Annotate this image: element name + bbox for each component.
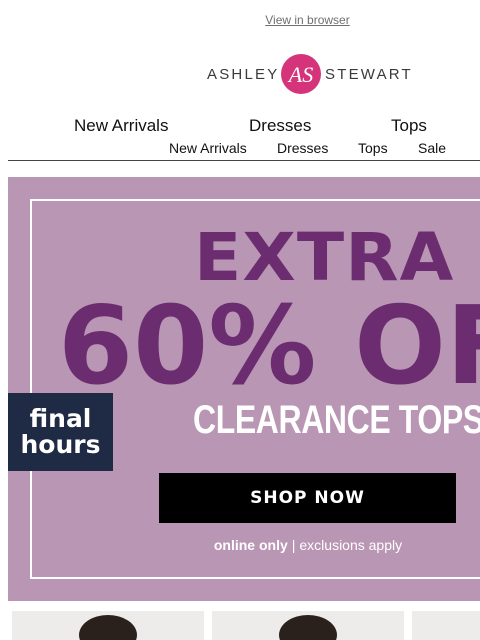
secondary-nav-sale[interactable]: Sale bbox=[418, 140, 446, 156]
product-card-3[interactable] bbox=[412, 611, 480, 640]
logo-right-word: STEWART bbox=[325, 66, 413, 83]
primary-nav-new-arrivals[interactable]: New Arrivals bbox=[74, 116, 168, 136]
primary-nav-tops[interactable]: Tops bbox=[391, 116, 427, 136]
product-card-1[interactable] bbox=[12, 611, 204, 640]
product-image-2 bbox=[279, 615, 337, 640]
secondary-nav-new-arrivals[interactable]: New Arrivals bbox=[169, 140, 247, 156]
nav-divider bbox=[8, 160, 480, 161]
svg-text:AS: AS bbox=[287, 62, 313, 87]
product-image-1 bbox=[79, 615, 137, 640]
hero-banner[interactable]: EXTRA 60% OF CLEARANCE TOPS final hours … bbox=[8, 177, 480, 601]
primary-nav: New Arrivals Dresses Tops bbox=[0, 116, 480, 138]
brand-logo[interactable]: ASHLEY AS STEWART bbox=[207, 52, 411, 98]
hero-headline-main: 60% OF bbox=[58, 284, 480, 409]
secondary-nav-tops[interactable]: Tops bbox=[358, 140, 388, 156]
secondary-nav: New Arrivals Dresses Tops Sale bbox=[0, 140, 480, 158]
badge-line-1: final bbox=[29, 404, 92, 433]
hero-fine-print: online only | exclusions apply bbox=[8, 537, 480, 553]
product-row bbox=[0, 611, 480, 640]
secondary-nav-dresses[interactable]: Dresses bbox=[277, 140, 328, 156]
logo-monogram-icon: AS bbox=[281, 54, 321, 94]
fine-print-exclusions: exclusions apply bbox=[299, 537, 403, 553]
fine-print-separator: | bbox=[291, 537, 296, 553]
final-hours-badge: final hours bbox=[8, 393, 113, 471]
view-in-browser-link[interactable]: View in browser bbox=[0, 13, 480, 27]
product-card-2[interactable] bbox=[212, 611, 404, 640]
hero-headline-top: EXTRA bbox=[194, 219, 455, 296]
shop-now-button[interactable]: SHOP NOW bbox=[159, 473, 456, 523]
logo-left-word: ASHLEY bbox=[207, 66, 280, 83]
hero-subheadline: CLEARANCE TOPS bbox=[193, 398, 480, 442]
fine-print-online-only: online only bbox=[213, 537, 288, 553]
primary-nav-dresses[interactable]: Dresses bbox=[249, 116, 311, 136]
badge-line-2: hours bbox=[20, 430, 101, 459]
